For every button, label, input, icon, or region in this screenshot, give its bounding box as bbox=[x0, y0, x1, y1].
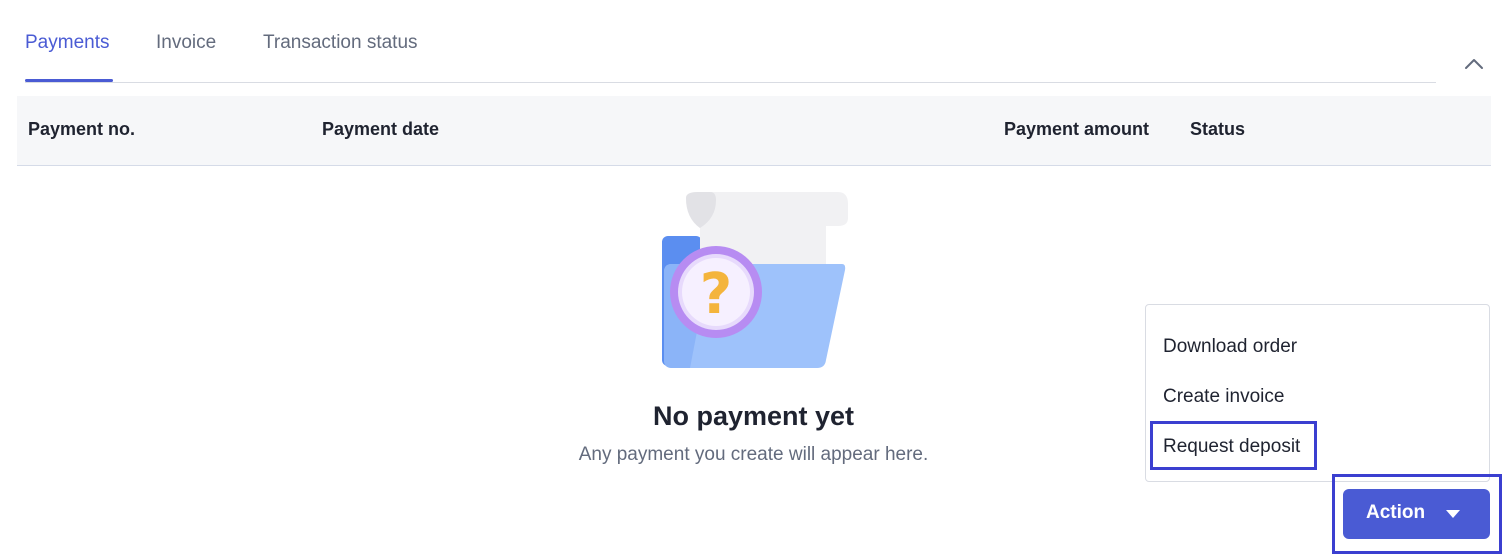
tab-transaction-status[interactable]: Transaction status bbox=[263, 32, 418, 54]
collapse-button[interactable] bbox=[1458, 50, 1490, 78]
menu-item-download-order[interactable]: Download order bbox=[1163, 336, 1297, 358]
tab-payments[interactable]: Payments bbox=[25, 32, 109, 54]
tab-bar: Payments Invoice Transaction status bbox=[25, 0, 1436, 83]
table-header: Payment no. Payment date Payment amount … bbox=[17, 96, 1491, 166]
column-header-payment-date[interactable]: Payment date bbox=[322, 119, 439, 140]
svg-text:?: ? bbox=[700, 262, 732, 327]
column-header-payment-amount[interactable]: Payment amount bbox=[1004, 119, 1149, 140]
action-button[interactable]: Action bbox=[1343, 489, 1490, 539]
caret-down-icon bbox=[1446, 510, 1460, 518]
tab-invoice[interactable]: Invoice bbox=[156, 32, 216, 54]
action-menu: Download order Create invoice Request de… bbox=[1145, 304, 1490, 482]
chevron-up-icon bbox=[1465, 59, 1483, 69]
column-header-status[interactable]: Status bbox=[1190, 119, 1245, 140]
menu-item-create-invoice[interactable]: Create invoice bbox=[1163, 386, 1284, 408]
active-tab-indicator bbox=[25, 79, 113, 82]
column-header-payment-no[interactable]: Payment no. bbox=[28, 119, 135, 140]
empty-folder-question-icon: ? bbox=[662, 192, 848, 368]
payments-panel: Payments Invoice Transaction status Paym… bbox=[0, 0, 1507, 559]
menu-item-request-deposit[interactable]: Request deposit bbox=[1163, 436, 1300, 458]
action-button-label: Action bbox=[1366, 502, 1426, 523]
